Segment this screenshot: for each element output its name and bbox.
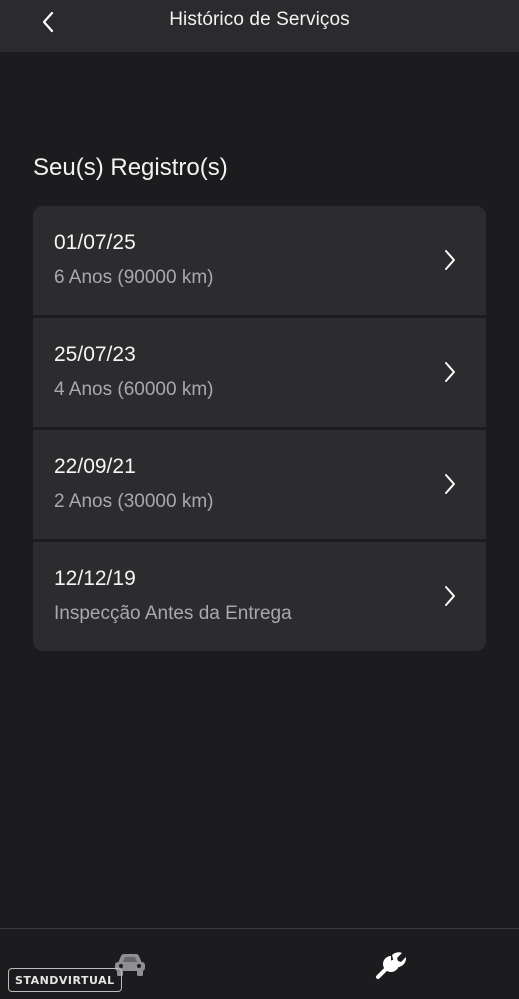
record-date: 25/07/23: [54, 343, 136, 366]
record-description: 2 Anos (30000 km): [54, 491, 214, 512]
section-title: Seu(s) Registro(s): [33, 154, 228, 181]
wrench-icon: [376, 952, 407, 979]
record-date: 12/12/19: [54, 567, 136, 590]
records-list: 01/07/25 6 Anos (90000 km) 25/07/23 4 An…: [33, 206, 486, 651]
chevron-right-icon: [445, 362, 455, 382]
record-date: 01/07/25: [54, 231, 136, 254]
chevron-right-icon: [445, 586, 455, 606]
record-description: 4 Anos (60000 km): [54, 379, 214, 400]
chevron-right-icon: [445, 474, 455, 494]
record-description: 6 Anos (90000 km): [54, 267, 214, 288]
record-row[interactable]: 25/07/23 4 Anos (60000 km): [33, 318, 486, 427]
record-description: Inspecção Antes da Entrega: [54, 603, 292, 624]
record-row[interactable]: 12/12/19 Inspecção Antes da Entrega: [33, 542, 486, 651]
chevron-right-icon: [445, 250, 455, 270]
page-title: Histórico de Serviços: [169, 9, 350, 30]
record-row[interactable]: 01/07/25 6 Anos (90000 km): [33, 206, 486, 315]
tab-service[interactable]: [366, 943, 414, 987]
watermark-logo: STANDVIRTUAL: [8, 968, 122, 992]
header-bar: Histórico de Serviços: [0, 0, 519, 52]
record-row[interactable]: 22/09/21 2 Anos (30000 km): [33, 430, 486, 539]
record-date: 22/09/21: [54, 455, 136, 478]
